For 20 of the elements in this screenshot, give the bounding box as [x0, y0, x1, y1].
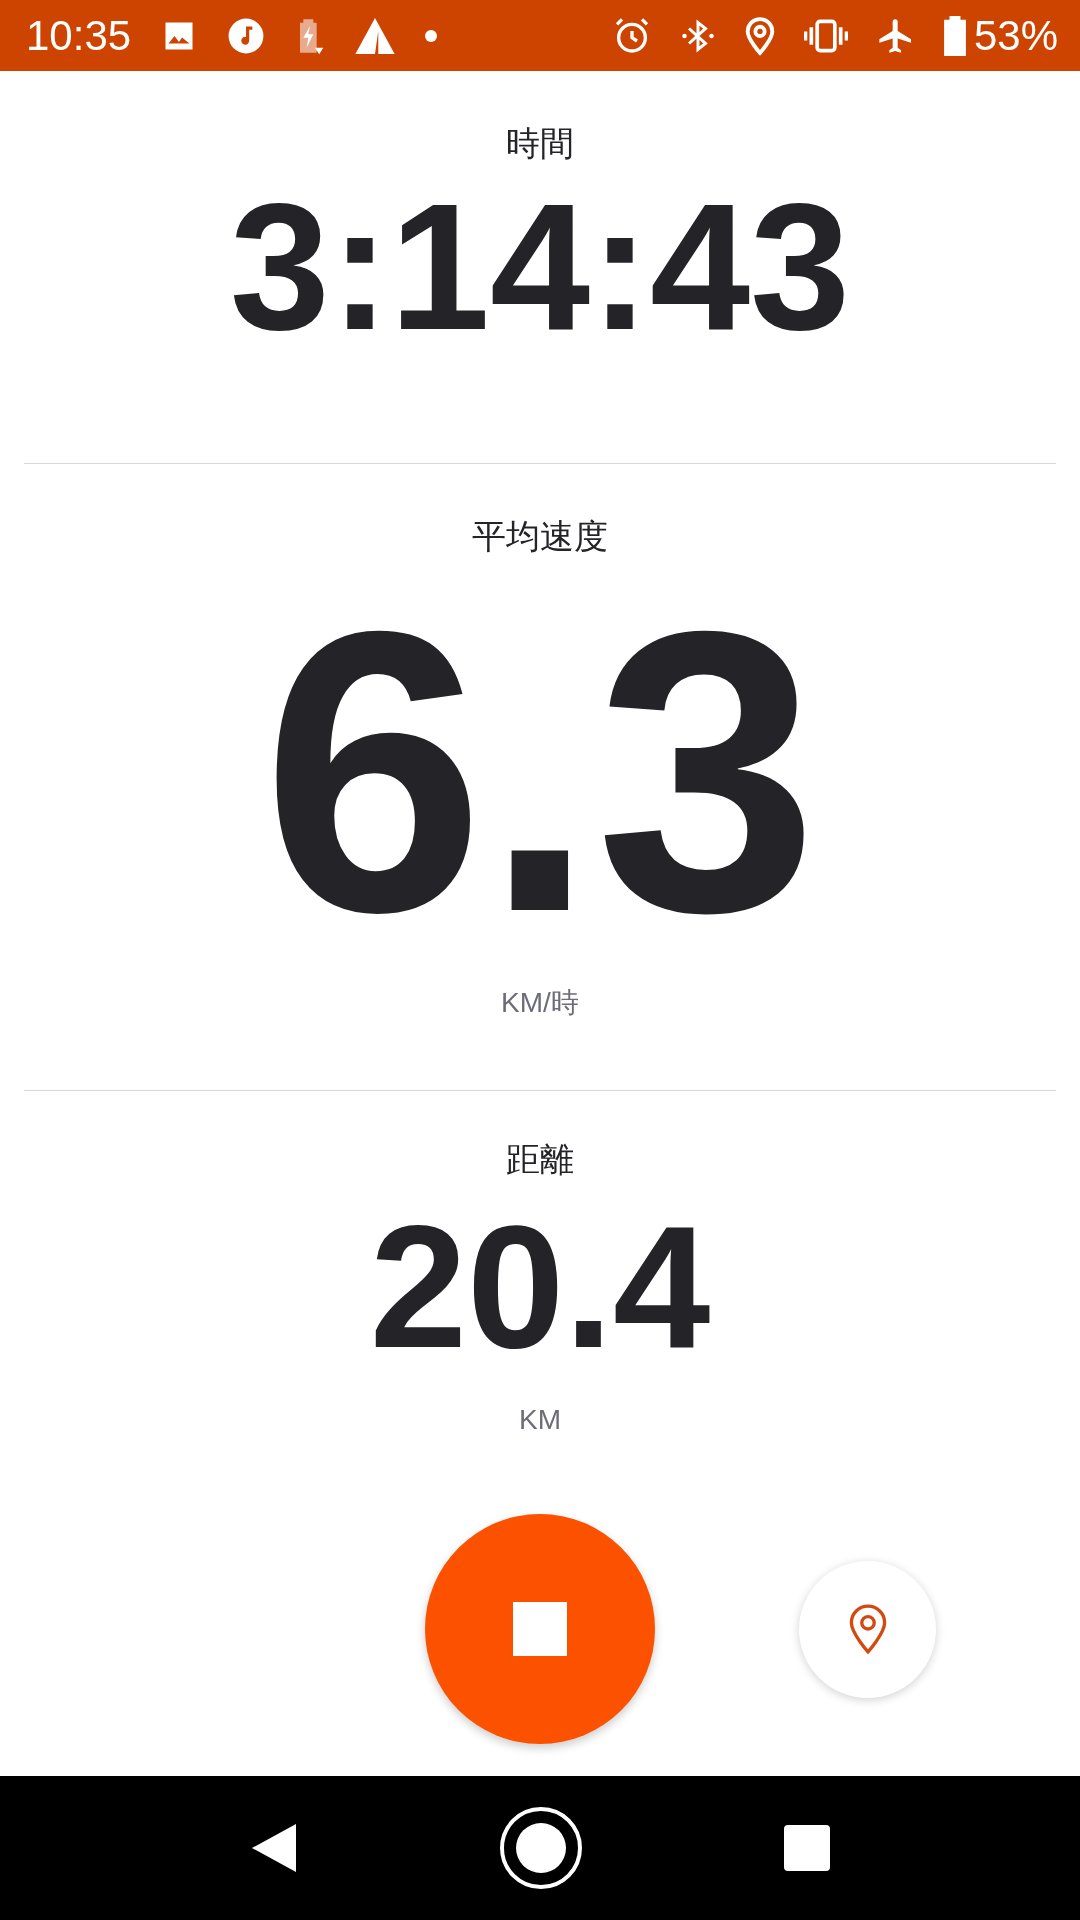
triangle-icon: [355, 17, 396, 54]
battery-percent: 53%: [973, 11, 1058, 60]
stop-icon: [513, 1602, 567, 1656]
stat-label: 時間: [506, 123, 574, 163]
stat-label: 距離: [506, 1139, 574, 1179]
home-icon[interactable]: [499, 1806, 583, 1890]
stat-unit: KM: [519, 1403, 561, 1437]
battery-icon: [943, 15, 966, 56]
vibrate-icon: [803, 17, 848, 54]
music-note-icon: [227, 16, 266, 55]
stat-label: 平均速度: [472, 516, 608, 556]
stat-value: 6.3: [261, 572, 819, 972]
location-pin-icon: [743, 15, 776, 56]
stat-value: 20.4: [369, 1199, 711, 1374]
stat-value: 3:14:43: [229, 177, 851, 357]
back-icon[interactable]: [250, 1822, 299, 1874]
stat-unit: KM/時: [501, 986, 579, 1020]
clock-time: 10:35: [26, 11, 132, 60]
recents-icon[interactable]: [783, 1825, 830, 1871]
dot-icon: [425, 29, 438, 42]
